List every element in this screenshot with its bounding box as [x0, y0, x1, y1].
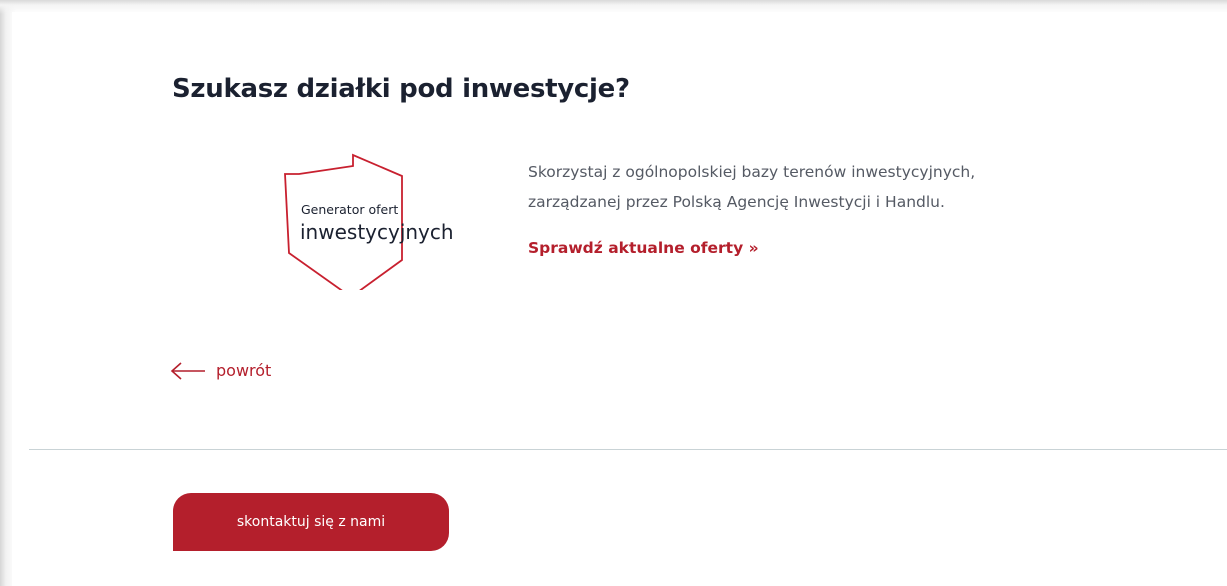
arrow-left-icon [170, 361, 205, 380]
page-content: Szukasz działki pod inwestycje? Generato… [12, 12, 1227, 586]
contact-us-button[interactable]: skontaktuj się z nami [173, 493, 449, 551]
page-title: Szukasz działki pod inwestycje? [172, 74, 630, 104]
screenshot-frame: Szukasz działki pod inwestycje? Generato… [0, 0, 1227, 586]
section-divider [29, 449, 1227, 450]
generator-ofert-logo[interactable]: Generator ofert inwestycyjnych [269, 150, 459, 290]
logo-text-line1: Generator ofert [301, 202, 398, 217]
logo-text-line2: inwestycyjnych [300, 220, 454, 244]
section-description: Skorzystaj z ogólnopolskiej bazy terenów… [528, 157, 1088, 217]
back-label: powrót [216, 361, 272, 380]
back-link[interactable]: powrót [170, 361, 271, 380]
description-line-2: zarządzanej przez Polską Agencję Inwesty… [528, 193, 945, 211]
poland-outline-icon: Generator ofert inwestycyjnych [284, 153, 454, 290]
check-offers-link[interactable]: Sprawdź aktualne oferty » [528, 239, 759, 257]
description-line-1: Skorzystaj z ogólnopolskiej bazy terenów… [528, 163, 976, 181]
